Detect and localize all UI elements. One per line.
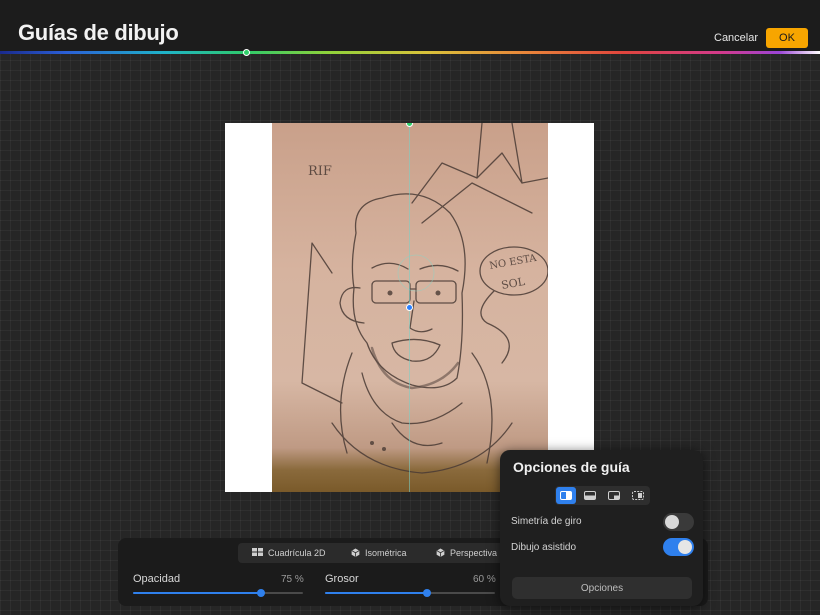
quadrant-symmetry-button[interactable] [604, 487, 624, 504]
radial-symmetry-icon [632, 487, 644, 505]
rotational-symmetry-label: Simetría de giro [511, 516, 582, 527]
tab-perspective[interactable]: Perspectiva [436, 543, 497, 563]
speech-bubble-text-2: SOL [500, 275, 526, 292]
ok-button[interactable]: OK [766, 28, 808, 48]
opacity-slider-fill [133, 592, 261, 594]
options-button[interactable]: Opciones [512, 577, 692, 599]
thickness-slider-fill [325, 592, 427, 594]
horizontal-symmetry-button[interactable] [580, 487, 600, 504]
grid-icon [252, 548, 263, 558]
speech-bubble-text-1: NO ESTA [489, 253, 539, 272]
tab-label: Isométrica [365, 548, 407, 558]
guide-options-popover: Opciones de guía Simetría de giro Dibujo… [500, 450, 703, 606]
radial-symmetry-button[interactable] [628, 487, 648, 504]
assisted-drawing-toggle[interactable] [663, 538, 694, 556]
tab-label: Cuadrícula 2D [268, 548, 326, 558]
opacity-slider-thumb[interactable] [256, 589, 265, 597]
vertical-symmetry-icon [560, 487, 572, 505]
symmetry-center-handle[interactable] [406, 304, 413, 311]
tab-label: Perspectiva [450, 548, 498, 558]
drawing-canvas[interactable]: RIF NO ESTA SOL [225, 123, 594, 492]
symmetry-mode-selector [555, 486, 650, 505]
rotational-symmetry-toggle[interactable] [663, 513, 694, 531]
toggle-knob [678, 540, 692, 554]
thickness-slider-thumb[interactable] [423, 589, 431, 597]
cancel-button[interactable]: Cancelar [714, 32, 758, 44]
thickness-label: Grosor [325, 573, 359, 585]
vertical-symmetry-button[interactable] [556, 487, 576, 504]
color-picker-knob[interactable] [243, 49, 250, 56]
isometric-icon [351, 547, 360, 559]
opacity-label: Opacidad [133, 573, 181, 585]
quadrant-symmetry-icon [608, 487, 620, 505]
sketch-note: RIF [308, 164, 332, 179]
thickness-slider[interactable] [325, 589, 495, 597]
horizontal-symmetry-icon [584, 487, 596, 505]
guide-color-spectrum[interactable] [0, 51, 820, 54]
popover-title: Opciones de guía [513, 459, 630, 475]
opacity-slider[interactable] [133, 589, 303, 597]
opacity-value: 75 % [281, 574, 304, 585]
tab-2d-grid[interactable]: Cuadrícula 2D [252, 543, 326, 563]
page-title: Guías de dibujo [18, 20, 179, 45]
assisted-drawing-label: Dibujo asistido [511, 542, 577, 553]
thickness-value: 60 % [473, 574, 496, 585]
top-bar: Guías de dibujo Cancelar OK [0, 0, 820, 52]
perspective-icon [436, 547, 445, 559]
toggle-knob [665, 515, 679, 529]
tab-isometric[interactable]: Isométrica [351, 543, 407, 563]
